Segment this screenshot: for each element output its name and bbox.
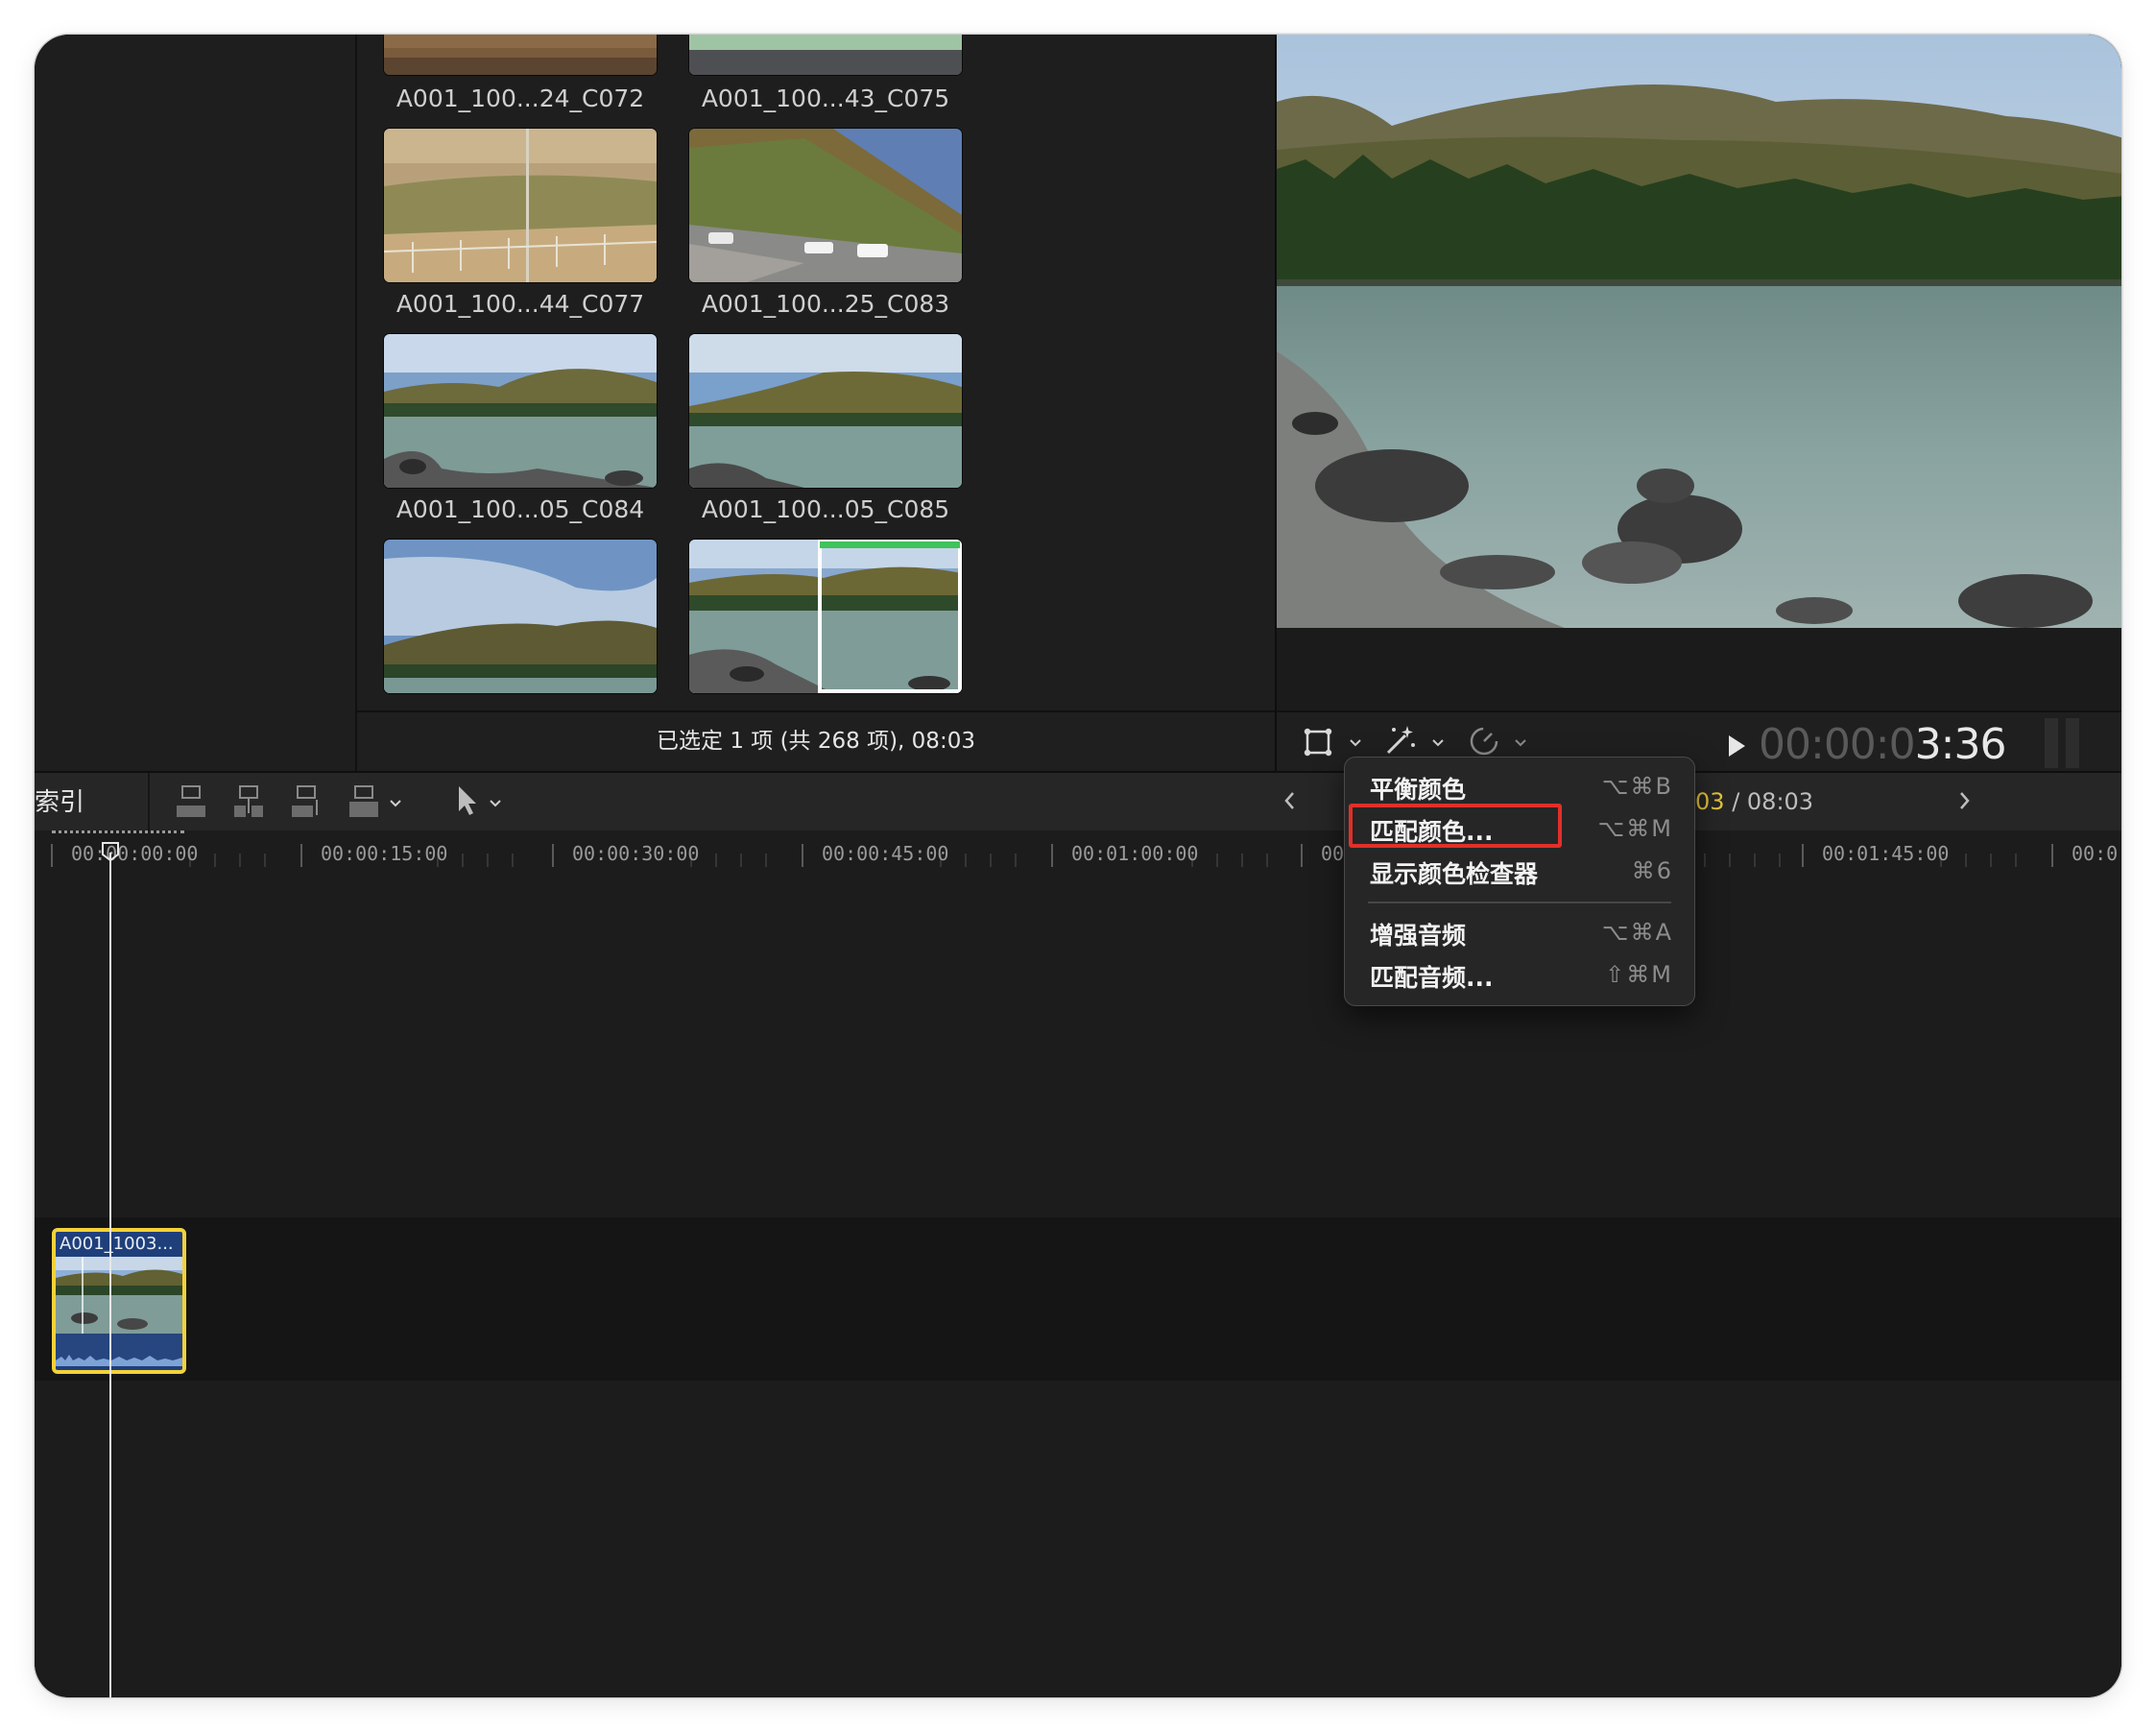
clip-name: A001_100...43_C075 (701, 84, 950, 112)
clip-thumbnail[interactable] (384, 540, 657, 693)
timecode-display: 00:00:03:36 (1759, 720, 2007, 769)
ruler-label: 00:00:00:00 (71, 842, 199, 865)
menu-item-label: 匹配音频... (1370, 964, 1494, 992)
browser-status-text: 已选定 1 项 (共 268 项), 08:03 (357, 710, 1275, 773)
chevron-down-icon[interactable] (388, 796, 403, 811)
chevron-left-icon[interactable] (1282, 790, 1298, 811)
menu-item-balance-color[interactable]: 平衡颜色 ⌥⌘B (1345, 765, 1694, 807)
highlight-annotation (1349, 804, 1562, 848)
playhead-handle[interactable] (101, 841, 120, 862)
clip-name: A001_100...24_C072 (395, 84, 645, 112)
clip-thumbnail[interactable] (689, 334, 962, 488)
select-tool-icon[interactable] (453, 784, 480, 817)
clip-name: A001_100...25_C083 (701, 290, 950, 318)
chevron-right-icon[interactable] (1956, 790, 1972, 811)
ruler-label: 00:01:45:00 (1822, 842, 1950, 865)
magic-wand-icon[interactable] (1382, 722, 1419, 758)
ruler-label: 00 (1321, 842, 1345, 865)
audio-meter-icon (2045, 718, 2083, 768)
clip-thumbnail[interactable] (384, 334, 657, 488)
menu-item-shortcut: ⌥⌘B (1601, 773, 1673, 800)
clip-thumbnail[interactable] (384, 35, 657, 75)
timeline-clip[interactable]: A001_1003... (52, 1228, 186, 1374)
menu-item-enhance-audio[interactable]: 增强音频 ⌥⌘A (1345, 911, 1694, 953)
ruler-label: 00:00:45:00 (822, 842, 949, 865)
ruler-label: 00:0 (2072, 842, 2119, 865)
speed-icon[interactable] (1467, 724, 1501, 758)
duration-current: 03 (1695, 788, 1725, 815)
overwrite-clip-icon[interactable] (347, 784, 380, 819)
clip-thumbnail[interactable] (689, 35, 962, 75)
play-icon[interactable] (1726, 734, 1747, 758)
timecode-bright: 3:36 (1914, 720, 2007, 769)
viewer-panel (1275, 35, 2121, 771)
ruler-label: 00:00:30:00 (572, 842, 700, 865)
clip-name: A001_100...05_C084 (395, 495, 645, 523)
timecode-dim: 00:00:0 (1759, 720, 1916, 769)
chevron-down-icon[interactable] (1430, 735, 1446, 751)
clip-thumbnail[interactable] (689, 129, 962, 282)
timeline-duration: 03 / 08:03 (1695, 788, 1813, 815)
connect-clip-icon[interactable] (175, 784, 207, 819)
playhead[interactable] (109, 853, 111, 1697)
audio-waveform (56, 1334, 182, 1366)
timeline-clip-filmstrip (56, 1257, 182, 1334)
chevron-down-icon[interactable] (488, 796, 503, 811)
toolbar-divider (148, 773, 150, 830)
timeline-clip-title: A001_1003... (60, 1234, 174, 1254)
menu-item-shortcut: ⌥⌘A (1601, 919, 1673, 946)
transform-icon[interactable] (1302, 726, 1334, 758)
clip-name: A001_100...44_C077 (395, 290, 645, 318)
library-sidebar (35, 35, 357, 771)
menu-item-label: 平衡颜色 (1370, 776, 1467, 804)
timeline-ruler[interactable]: 00:00:00:00 00:00:15:00 00:00:30:00 00:0… (35, 830, 2121, 873)
menu-separator (1368, 902, 1671, 903)
clip-thumbnail[interactable] (384, 129, 657, 282)
menu-item-show-color-inspector[interactable]: 显示颜色检查器 ⌘6 (1345, 850, 1694, 892)
append-clip-icon[interactable] (290, 784, 323, 819)
clip-thumbnail-selected[interactable] (689, 540, 962, 693)
menu-item-shortcut: ⌘6 (1631, 857, 1673, 884)
menu-item-label: 显示颜色检查器 (1370, 860, 1539, 888)
duration-total: / 08:03 (1732, 788, 1814, 815)
menu-item-label: 增强音频 (1370, 922, 1467, 950)
enhancement-menu: 平衡颜色 ⌥⌘B 匹配颜色... ⌥⌘M 显示颜色检查器 ⌘6 增强音频 ⌥⌘A… (1344, 757, 1695, 1006)
menu-item-shortcut: ⇧⌘M (1605, 961, 1673, 988)
ruler-label: 00:00:15:00 (321, 842, 448, 865)
timeline-toolbar: 索引 03 / 08:03 (35, 771, 2121, 832)
primary-storyline[interactable]: A001_1003... (35, 1217, 2121, 1381)
chevron-down-icon[interactable] (1513, 735, 1528, 751)
ruler-label: 00:01:00:00 (1071, 842, 1199, 865)
chevron-down-icon[interactable] (1348, 735, 1363, 751)
menu-item-shortcut: ⌥⌘M (1597, 815, 1673, 842)
media-browser: A001_100...24_C072 A001_100...43_C075 A0… (357, 35, 1275, 710)
index-button[interactable]: 索引 (35, 782, 84, 818)
insert-clip-icon[interactable] (232, 784, 265, 819)
viewer-frame (1277, 35, 2121, 628)
app-window: A001_100...24_C072 A001_100...43_C075 A0… (35, 35, 2121, 1697)
clip-name: A001_100...05_C085 (701, 495, 950, 523)
menu-item-match-audio[interactable]: 匹配音频... ⇧⌘M (1345, 953, 1694, 996)
